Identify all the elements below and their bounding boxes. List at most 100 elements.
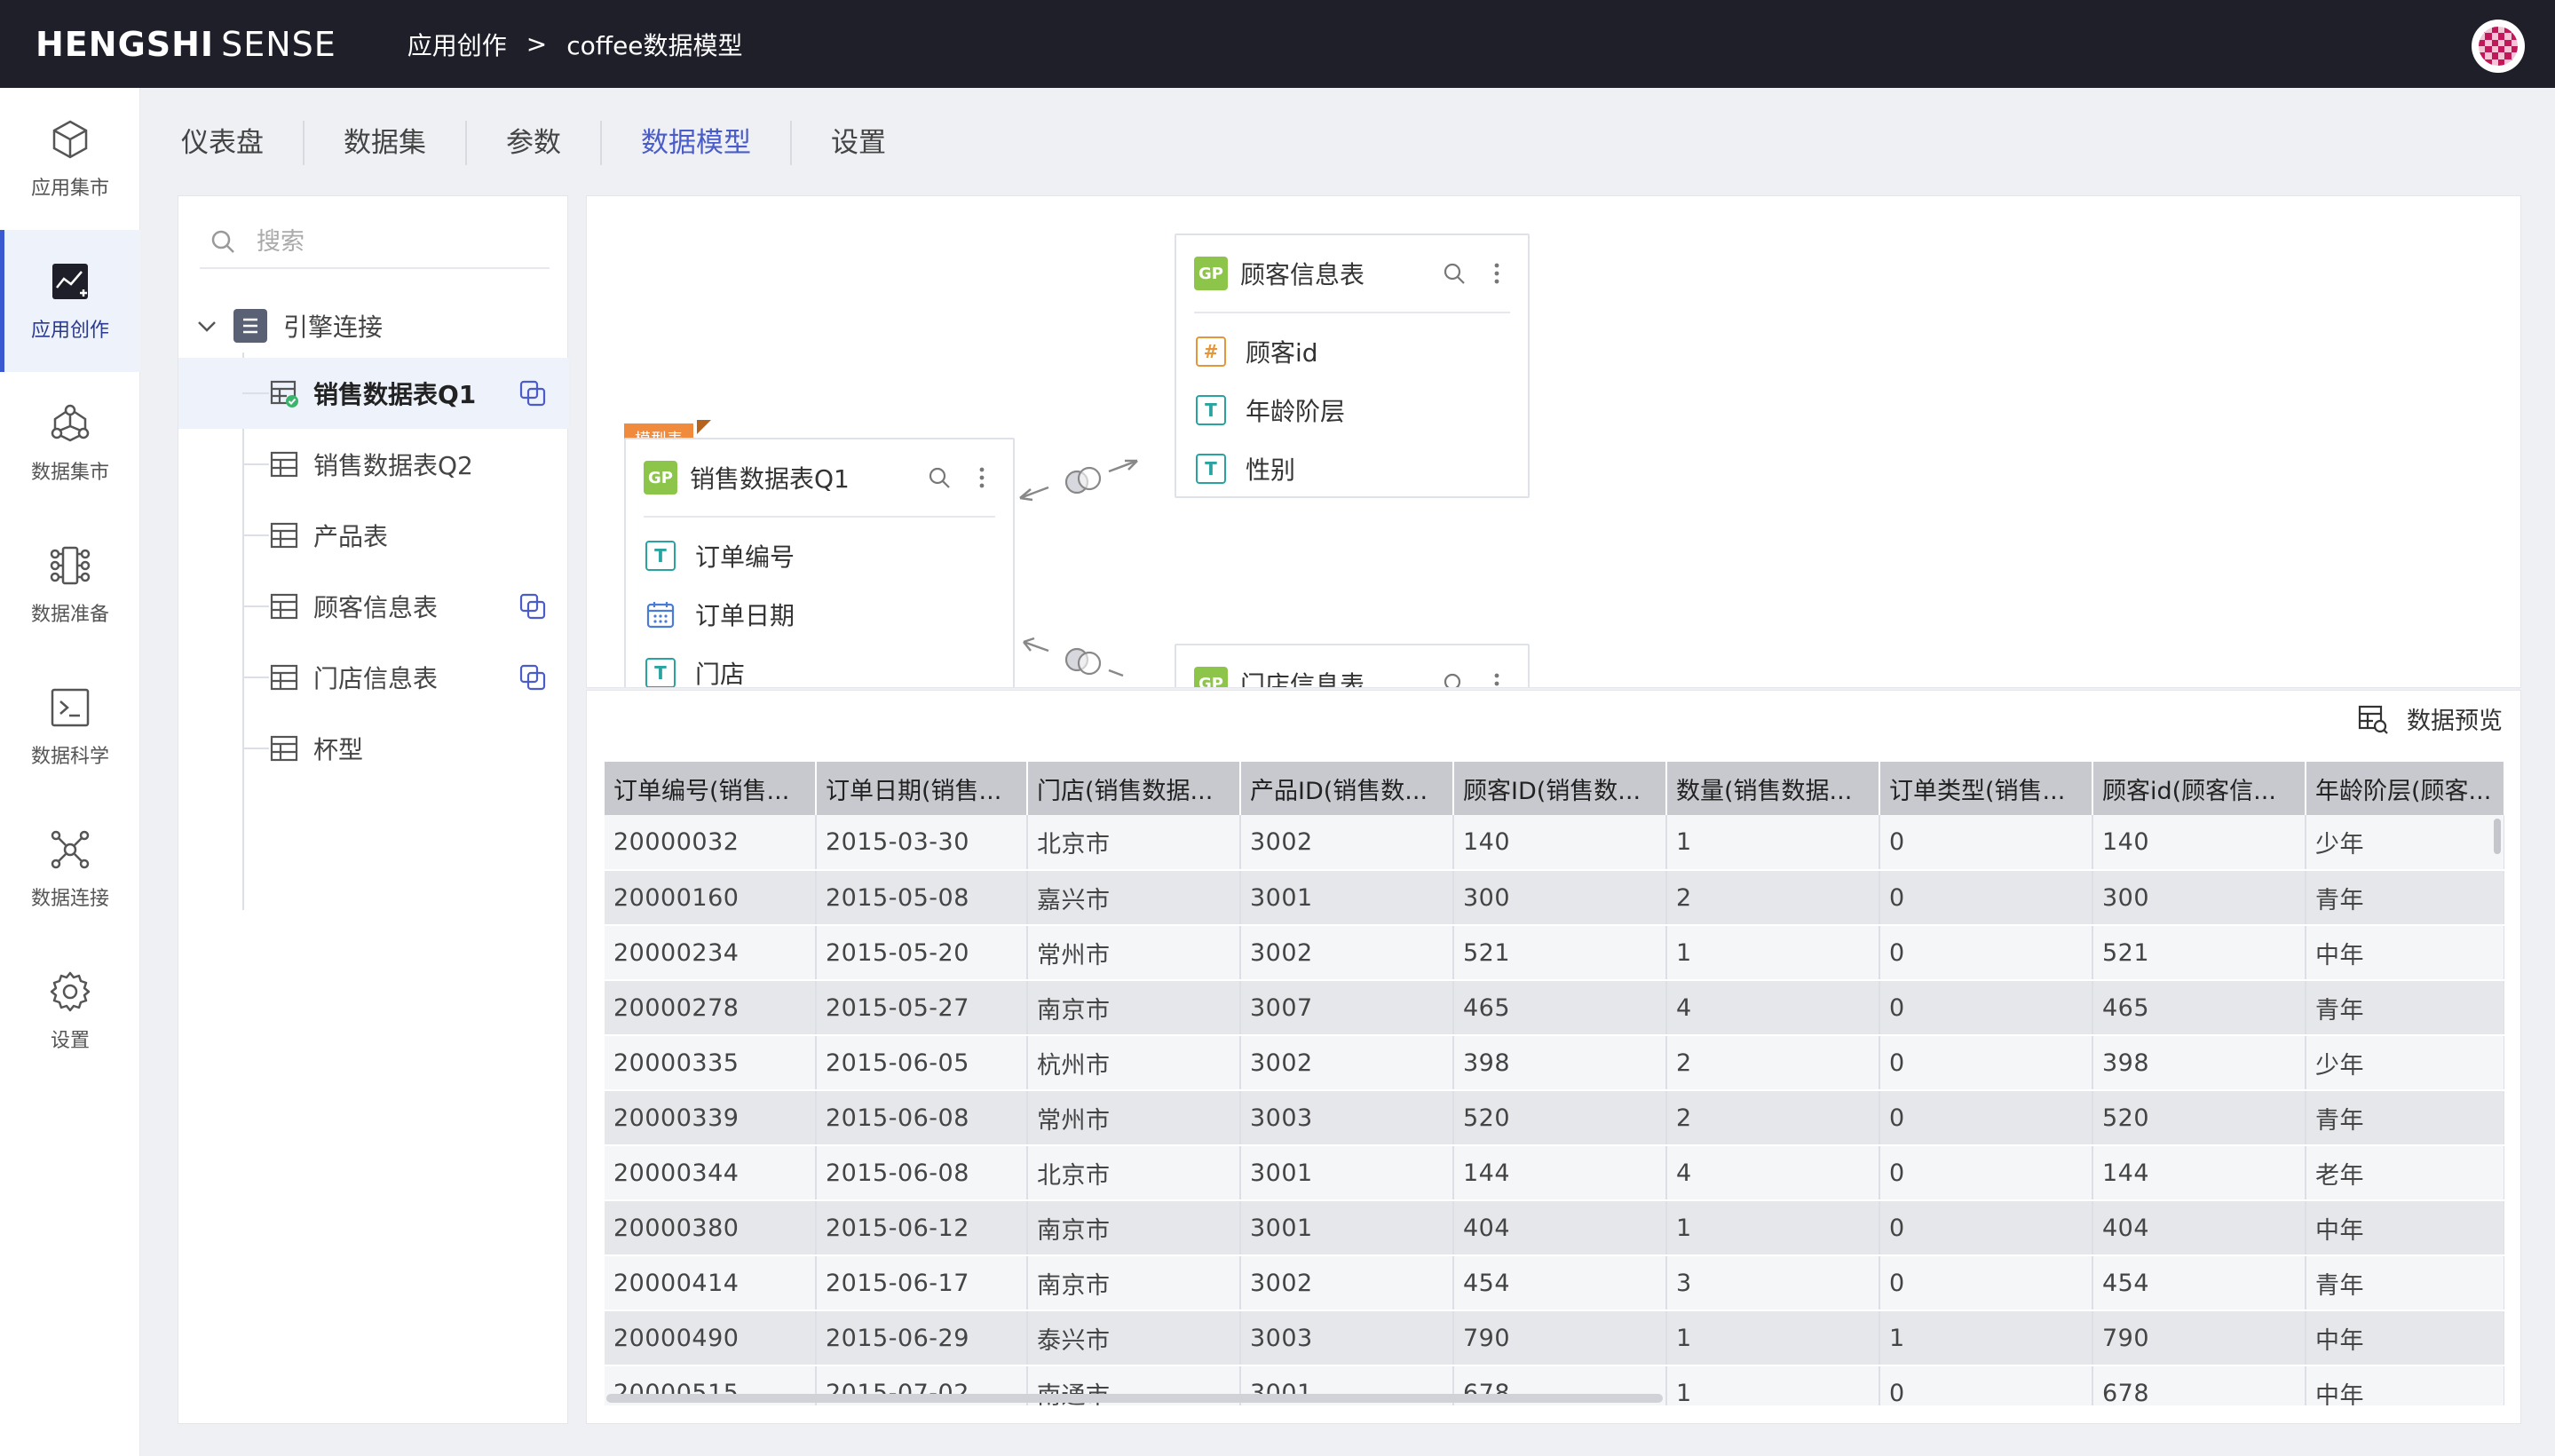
search-icon[interactable] xyxy=(1441,260,1467,287)
more-icon[interactable] xyxy=(1483,670,1510,688)
table-row[interactable]: 20000380 2015-06-12 南京市 3001 404 1 0 404 中年 xyxy=(605,1200,2504,1256)
text-type-icon: T xyxy=(645,658,676,687)
table-row[interactable]: 20000414 2015-06-17 南京市 3002 454 3 0 454 青年 xyxy=(605,1255,2504,1311)
column-header[interactable]: 顾客id(顾客信... xyxy=(2092,762,2306,815)
nav-app-market[interactable]: 应用集市 xyxy=(0,88,140,230)
nav-data-mart[interactable]: 数据集市 xyxy=(0,372,140,514)
tab-settings[interactable]: 设置 xyxy=(792,121,925,165)
nav-label: 设置 xyxy=(50,1030,90,1052)
tab-dashboard[interactable]: 仪表盘 xyxy=(178,121,305,165)
tab-params[interactable]: 参数 xyxy=(467,121,602,165)
table-row[interactable]: 20000160 2015-05-08 嘉兴市 3001 300 2 0 300 青年 xyxy=(605,870,2504,926)
field-customer-id[interactable]: # 顾客id xyxy=(1196,322,1528,381)
column-header[interactable]: 顾客ID(销售数... xyxy=(1453,762,1667,815)
more-icon[interactable] xyxy=(1483,260,1510,287)
table-row[interactable]: 20000344 2015-06-08 北京市 3001 144 4 0 144 老年 xyxy=(605,1145,2504,1201)
table-cell: 3002 xyxy=(1240,1035,1454,1091)
tree-item-sales-q1[interactable]: 销售数据表Q1 xyxy=(178,358,569,429)
column-header[interactable]: 门店(销售数据... xyxy=(1027,762,1241,815)
table-cell: 520 xyxy=(2092,1090,2306,1146)
preview-table-wrap[interactable]: 订单编号(销售... 订单日期(销售... 门店(销售数据... 产品ID(销售数..… xyxy=(605,762,2504,1405)
tree-item-store[interactable]: 门店信息表 xyxy=(178,642,569,713)
column-header[interactable]: 产品ID(销售数... xyxy=(1240,762,1454,815)
table-cell: 0 xyxy=(1879,1200,2093,1256)
table-cell: 0 xyxy=(1879,925,2093,981)
table-row[interactable]: 20000339 2015-06-08 常州市 3003 520 2 0 520 青年 xyxy=(605,1090,2504,1146)
table-icon xyxy=(270,451,298,478)
card-header: GP 顾客信息表 xyxy=(1194,235,1510,313)
field-order-no[interactable]: T 订单编号 xyxy=(645,526,1013,585)
tab-dataset[interactable]: 数据集 xyxy=(305,121,467,165)
nav-data-prep[interactable]: 数据准备 xyxy=(0,514,140,656)
linked-copy-icon[interactable] xyxy=(518,378,548,408)
table-row[interactable]: 20000490 2015-06-29 泰兴市 3003 790 1 1 790 中年 xyxy=(605,1310,2504,1366)
data-prep-icon xyxy=(50,546,91,585)
nav-data-science[interactable]: 数据科学 xyxy=(0,656,140,798)
table-cell: 404 xyxy=(2092,1200,2306,1256)
avatar[interactable] xyxy=(2472,20,2525,73)
nav-app-create[interactable]: 应用创作 xyxy=(0,230,140,372)
text-type-icon: T xyxy=(1196,454,1226,484)
table-icon xyxy=(270,522,298,549)
field-order-date[interactable]: 订单日期 xyxy=(645,585,1013,644)
chevron-down-icon[interactable] xyxy=(191,310,223,342)
column-header[interactable]: 订单编号(销售... xyxy=(605,762,817,815)
card-header: GP 销售数据表Q1 xyxy=(644,439,995,518)
side-nav: 应用集市 应用创作 数据集市 数据准备 数据科学 数据连接 设置 xyxy=(0,88,140,1456)
tree-item-cup-size[interactable]: 杯型 xyxy=(178,713,569,784)
table-cell: 1 xyxy=(1666,815,1880,871)
table-row[interactable]: 20000234 2015-05-20 常州市 3002 521 1 0 521 中年 xyxy=(605,925,2504,981)
linked-copy-icon[interactable] xyxy=(518,662,548,692)
linked-copy-icon[interactable] xyxy=(518,591,548,621)
table-row[interactable]: 20000278 2015-05-27 南京市 3007 465 4 0 465 青年 xyxy=(605,980,2504,1036)
search-icon[interactable] xyxy=(926,464,953,491)
nav-data-connect[interactable]: 数据连接 xyxy=(0,798,140,940)
column-header[interactable]: 数量(销售数据... xyxy=(1666,762,1880,815)
table-cell: 300 xyxy=(2092,870,2306,926)
table-cell: 2015-05-20 xyxy=(816,925,1028,981)
data-preview-button[interactable]: 数据预览 xyxy=(2357,701,2503,736)
table-card-store[interactable]: GP 门店信息表 xyxy=(1175,644,1530,688)
card-title: 销售数据表Q1 xyxy=(690,464,850,494)
column-header[interactable]: 年龄阶层(顾客... xyxy=(2306,762,2504,815)
table-cell: 20000344 xyxy=(605,1145,817,1201)
column-header[interactable]: 订单类型(销售... xyxy=(1879,762,2093,815)
tree-root-engine[interactable]: 引擎连接 xyxy=(191,301,383,351)
vertical-scrollbar[interactable] xyxy=(2494,819,2501,854)
search-icon[interactable] xyxy=(1441,670,1467,688)
table-cell: 790 xyxy=(1453,1310,1667,1366)
table-cell: 2015-06-29 xyxy=(816,1310,1028,1366)
field-gender[interactable]: T 性别 xyxy=(1196,439,1528,496)
table-card-customer[interactable]: GP 顾客信息表 # 顾客id T 年龄阶层 T 性别 xyxy=(1175,233,1530,498)
nav-settings[interactable]: 设置 xyxy=(0,940,140,1082)
table-row[interactable]: 20000032 2015-03-30 北京市 3002 140 1 0 140 少年 xyxy=(605,815,2504,871)
tree-item-product[interactable]: 产品表 xyxy=(178,500,569,571)
table-tree-panel: 引擎连接 销售数据表Q1 销售数据表Q2 产品表 顾客信息表 门店信息表 杯型 xyxy=(178,195,569,1424)
field-age-group[interactable]: T 年龄阶层 xyxy=(1196,381,1528,439)
table-cell: 3 xyxy=(1666,1255,1880,1311)
table-card-sales-q1[interactable]: GP 销售数据表Q1 T 订单编号 订单日期 T 门店 xyxy=(624,438,1015,687)
table-cell: 南京市 xyxy=(1027,1255,1241,1311)
table-cell: 2 xyxy=(1666,870,1880,926)
nav-label: 数据连接 xyxy=(30,888,109,910)
tree-item-customer[interactable]: 顾客信息表 xyxy=(178,571,569,642)
breadcrumb-current: coffee数据模型 xyxy=(566,30,743,60)
model-canvas[interactable]: GP 顾客信息表 #顾客id T年龄阶层 T性别 模型表 GP 销售数据表Q1 … xyxy=(586,195,2521,688)
horizontal-scrollbar[interactable] xyxy=(606,1394,1663,1403)
breadcrumb-separator: > xyxy=(526,29,548,59)
tab-data-model[interactable]: 数据模型 xyxy=(602,121,792,165)
table-cell: 北京市 xyxy=(1027,1145,1241,1201)
tree-item-label: 销售数据表Q2 xyxy=(313,451,473,480)
column-header[interactable]: 订单日期(销售... xyxy=(816,762,1028,815)
more-icon[interactable] xyxy=(969,464,995,491)
text-type-icon: T xyxy=(645,541,676,571)
field-store[interactable]: T 门店 xyxy=(645,644,1013,687)
join-connector-store[interactable] xyxy=(1013,631,1173,688)
breadcrumb-app-create[interactable]: 应用创作 xyxy=(407,27,507,62)
search-input[interactable] xyxy=(257,227,523,256)
tree-item-sales-q2[interactable]: 销售数据表Q2 xyxy=(178,429,569,500)
join-connector-customer[interactable] xyxy=(1013,436,1173,507)
brand-logo[interactable]: HENGSHI SENSE xyxy=(36,25,336,64)
table-cell: 2015-06-17 xyxy=(816,1255,1028,1311)
table-row[interactable]: 20000335 2015-06-05 杭州市 3002 398 2 0 398 少年 xyxy=(605,1035,2504,1091)
